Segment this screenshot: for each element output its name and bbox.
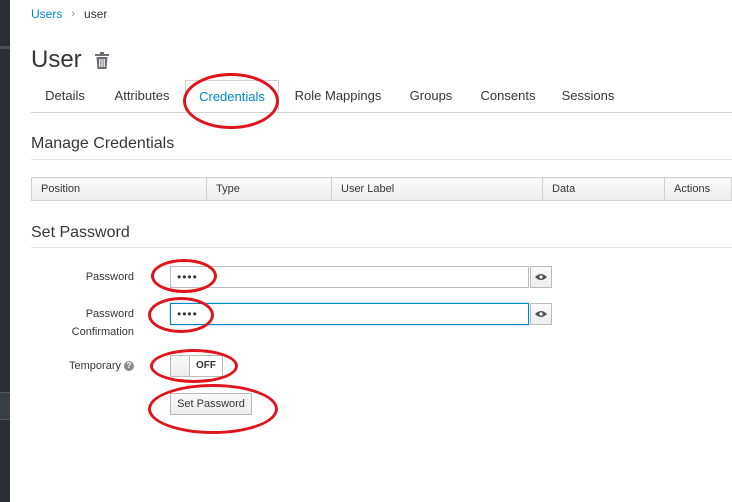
chevron-right-icon: › [71,8,76,20]
toggle-knob [171,356,190,376]
tab-groups[interactable]: Groups [403,80,459,112]
left-nav-strip [0,0,10,502]
trash-icon[interactable] [94,51,109,69]
password-field[interactable]: •••• [170,266,529,288]
breadcrumb: Users › user [31,7,107,21]
column-header-type[interactable]: Type [206,177,332,201]
page-title: User [31,46,82,73]
tab-consents[interactable]: Consents [474,80,542,112]
credentials-table: Position Type User Label Data Actions [31,177,732,201]
user-tabs: Details Attributes Credentials Role Mapp… [31,80,732,113]
question-circle-icon[interactable]: ? [124,361,134,372]
column-header-position[interactable]: Position [31,177,207,201]
tab-role-mappings[interactable]: Role Mappings [288,80,388,112]
temporary-label-text: Temporary [69,360,121,372]
tab-credentials[interactable]: Credentials [185,80,279,112]
tab-sessions[interactable]: Sessions [557,80,619,112]
set-password-heading: Set Password [31,224,130,241]
nav-strip-item[interactable] [0,392,10,420]
manage-credentials-heading: Manage Credentials [31,135,175,152]
eye-icon[interactable] [530,266,552,288]
page-header: User [31,46,109,74]
set-password-button[interactable]: Set Password [170,393,252,415]
tab-attributes[interactable]: Attributes [106,80,178,112]
password-label: Password [85,271,134,283]
temporary-toggle[interactable]: OFF [170,355,223,377]
table-header-row: Position Type User Label Data Actions [31,177,732,201]
section-divider [31,159,732,160]
column-header-data[interactable]: Data [542,177,665,201]
eye-icon[interactable] [530,303,552,325]
section-divider [31,247,732,248]
nav-strip-divider [0,46,10,49]
confirmation-label-line2: Confirmation [71,326,134,338]
tab-details[interactable]: Details [36,80,94,112]
confirmation-label-line1: Password [85,308,134,320]
toggle-state: OFF [196,360,216,371]
password-confirmation-field[interactable]: •••• [170,303,529,325]
column-header-user-label[interactable]: User Label [331,177,543,201]
column-header-actions[interactable]: Actions [664,177,732,201]
temporary-label: Temporary? [40,357,134,375]
breadcrumb-current: user [84,7,108,21]
password-confirmation-label: Password Confirmation [60,305,134,341]
breadcrumb-users-link[interactable]: Users [31,7,62,21]
